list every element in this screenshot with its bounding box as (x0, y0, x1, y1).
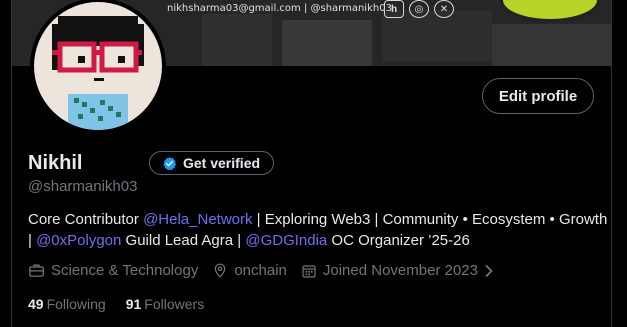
briefcase-icon (29, 264, 44, 277)
get-verified-label: Get verified (183, 155, 261, 171)
bio-text: OC Organizer ’25-26 (327, 232, 470, 249)
meta-joined[interactable]: Joined November 2023 (301, 262, 494, 279)
edit-profile-button[interactable]: Edit profile (482, 78, 594, 114)
banner-badge-art (500, 0, 600, 22)
banner-decor (492, 24, 611, 66)
location-pin-icon (215, 263, 226, 278)
bio-mention-link[interactable]: @Hela_Network (143, 211, 252, 228)
followers-link[interactable]: 91 Followers (126, 296, 204, 312)
banner-socials: h ◎ ✕ (384, 0, 454, 18)
location-text: onchain (234, 262, 287, 279)
joined-text: Joined November 2023 (322, 262, 478, 279)
get-verified-button[interactable]: Get verified (149, 151, 274, 175)
bio-mention-link[interactable]: @GDGIndia (245, 232, 327, 249)
hashnode-icon: h (384, 0, 404, 18)
pixel-avatar-image (34, 2, 162, 130)
banner-decor (202, 14, 272, 66)
bio-text: Core Contributor (28, 211, 144, 228)
profile-handle: @sharmanikh03 (28, 178, 138, 195)
banner-decor (282, 20, 372, 66)
meta-location: onchain (212, 262, 287, 279)
column-border-right (611, 0, 627, 327)
meta-category: Science & Technology (28, 262, 198, 279)
chevron-right-icon (485, 264, 493, 277)
instagram-icon: ◎ (409, 0, 429, 18)
bio-mention-link[interactable]: @0xPolygon (36, 232, 121, 249)
column-border-left (0, 0, 12, 327)
following-link[interactable]: 49 Following (28, 296, 106, 312)
category-text: Science & Technology (51, 262, 199, 279)
avatar[interactable] (30, 0, 166, 134)
x-icon: ✕ (434, 0, 454, 18)
following-label: Following (46, 296, 106, 312)
calendar-icon (302, 264, 316, 278)
followers-label: Followers (144, 296, 205, 312)
verified-badge-icon (163, 156, 177, 170)
following-count: 49 (28, 296, 44, 312)
follow-stats: 49 Following 91 Followers (28, 296, 204, 312)
bio-text: Guild Lead Agra | (121, 232, 246, 249)
banner-contact-text: nikhsharma03@gmail.com | @sharmanikh03 (167, 3, 392, 14)
profile-name: Nikhil (28, 152, 83, 174)
followers-count: 91 (125, 296, 142, 312)
profile-bio: Core Contributor @Hela_Network | Explori… (28, 209, 608, 251)
profile-meta-row: Science & Technology onchain Joined Nove… (28, 262, 508, 279)
